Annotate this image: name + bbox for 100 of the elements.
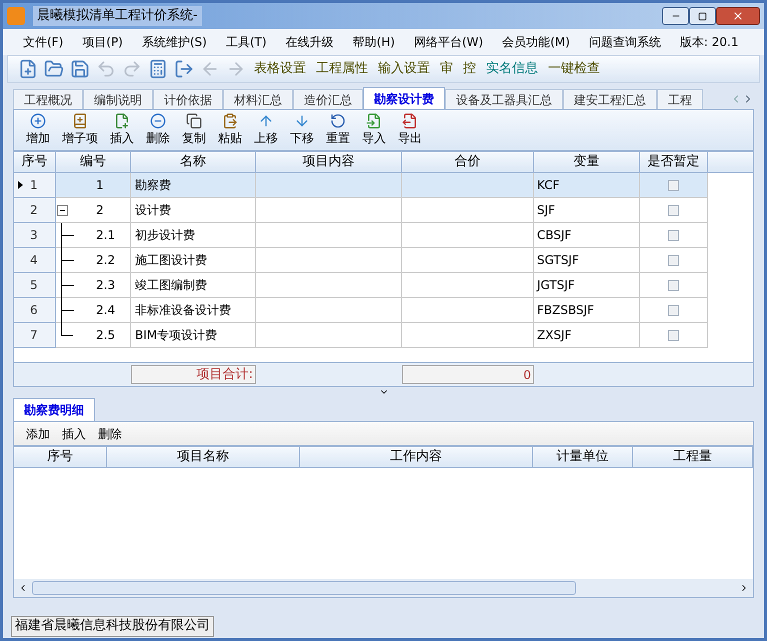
tree-line-icon [61,223,73,248]
column-header[interactable]: 计量单位 [532,447,634,467]
checkbox[interactable] [668,304,679,316]
toolbar-button[interactable]: 删除 [98,424,122,442]
tab[interactable]: 工程 [657,89,703,109]
exit-icon[interactable] [174,59,194,79]
variable-cell: SGTSJF [534,248,640,273]
tab[interactable]: 设备及工器具汇总 [445,89,563,109]
checkbox[interactable] [668,180,679,190]
action-button[interactable]: 重置 [322,113,354,147]
reset-icon [330,113,346,129]
name-cell: 非标准设备设计费 [131,298,256,323]
action-button[interactable]: 增加 [22,113,54,147]
menu-item[interactable]: 文件(F) [23,33,64,51]
export-icon [402,113,418,129]
tab[interactable]: 计价依据 [153,89,223,109]
window-title: 晨曦模拟清单工程计价系统- [33,6,202,26]
table-row[interactable]: 5 2.3 竣工图编制费 JGTSJF [14,273,708,298]
table-row[interactable]: 3 2.1 初步设计费 CBSJF [14,223,708,248]
tab[interactable]: 勘察费明细 [13,398,95,421]
collapse-icon[interactable] [57,204,68,216]
action-button[interactable]: 删除 [142,113,174,147]
toolbar-button[interactable]: 添加 [26,424,50,442]
name-cell: BIM专项设计费 [131,323,256,348]
table-row[interactable]: 4 2.2 施工图设计费 SGTSJF [14,248,708,273]
toolbar-button[interactable]: 审 [438,59,455,79]
row-number-cell: 1 [14,173,56,198]
tab[interactable]: 建安工程汇总 [563,89,657,109]
table-row[interactable]: 7 2.5 BIM专项设计费 ZXSJF [14,323,708,348]
menu-item[interactable]: 网络平台(W) [414,33,484,51]
menu-item[interactable]: 项目(P) [82,33,123,51]
menu-item[interactable]: 会员功能(M) [502,33,570,51]
tab[interactable]: 勘察设计费 [363,87,445,109]
action-button[interactable]: 下移 [286,113,318,147]
table-row[interactable]: 1 1 勘察费 KCF [14,173,708,198]
column-header[interactable]: 名称 [131,152,256,172]
column-header[interactable]: 编号 [56,152,131,172]
column-header[interactable]: 是否暂定 [640,152,708,172]
tab[interactable]: 造价汇总 [293,89,363,109]
name-cell: 施工图设计费 [131,248,256,273]
column-header[interactable]: 序号 [14,152,56,172]
column-header[interactable]: 变量 [534,152,640,172]
current-row-icon [18,181,23,189]
horizontal-scrollbar[interactable] [14,579,753,597]
tab[interactable]: 材料汇总 [223,89,293,109]
total-label: 项目合计: [131,365,256,384]
toolbar-button[interactable]: 插入 [62,424,86,442]
file-plus-icon[interactable] [18,59,38,79]
toolbar-button[interactable]: 控 [461,59,478,79]
menu-item[interactable]: 问题查询系统 [588,33,661,51]
action-button[interactable]: 复制 [178,113,210,147]
paste-icon [222,113,238,129]
checkbox[interactable] [668,230,679,240]
action-button[interactable]: 插入 [106,113,138,147]
menu-item[interactable]: 在线升级 [286,33,334,51]
column-header[interactable]: 项目内容 [256,152,402,172]
tree-line-icon [61,273,73,298]
save-icon[interactable] [70,59,90,79]
toolbar-button[interactable]: 一键检查 [546,59,602,79]
tab[interactable]: 工程概况 [13,89,83,109]
toolbar-button[interactable]: 实名信息 [484,59,540,79]
checkbox[interactable] [668,330,679,340]
action-button[interactable]: 上移 [250,113,282,147]
variable-cell: CBSJF [534,223,640,248]
minimize-button[interactable] [662,7,689,25]
table-row[interactable]: 6 2.4 非标准设备设计费 FBZSBSJF [14,298,708,323]
table-row[interactable]: 2 2 设计费 SJF [14,198,708,223]
menu-item[interactable]: 工具(T) [226,33,267,51]
maximize-button[interactable] [689,7,716,25]
column-header[interactable]: 序号 [14,447,108,467]
folder-icon[interactable] [44,59,64,79]
checkbox[interactable] [668,204,679,216]
row-number-cell: 5 [14,273,56,298]
action-button[interactable]: 导出 [394,113,426,147]
maximize-icon [698,12,707,20]
name-cell: 勘察费 [131,173,256,198]
column-header[interactable]: 项目名称 [107,447,300,467]
calculator-icon[interactable] [148,59,168,79]
version-label: 版本: 20.1 [680,34,738,51]
action-button[interactable]: 粘贴 [214,113,246,147]
menu-item[interactable]: 系统维护(S) [142,33,207,51]
action-button[interactable]: 增子项 [58,113,102,147]
column-header[interactable]: 工程量 [633,447,753,467]
code-cell: 2 [56,198,131,223]
close-button[interactable] [716,7,760,25]
minus-circle-icon [150,113,166,129]
tab[interactable]: 编制说明 [83,89,153,109]
action-button[interactable]: 导入 [358,113,390,147]
column-header[interactable]: 合价 [402,152,534,172]
checkbox[interactable] [668,254,679,266]
toolbar-button[interactable]: 输入设置 [376,59,432,79]
menu-item[interactable]: 帮助(H) [352,33,395,51]
column-header[interactable]: 工作内容 [300,447,533,467]
toolbar-button[interactable]: 工程属性 [314,59,370,79]
code-cell: 1 [56,173,131,198]
close-icon [732,10,744,22]
toolbar-button[interactable]: 表格设置 [252,59,308,79]
import-icon [366,113,382,129]
variable-cell: JGTSJF [534,273,640,298]
checkbox[interactable] [668,280,679,290]
